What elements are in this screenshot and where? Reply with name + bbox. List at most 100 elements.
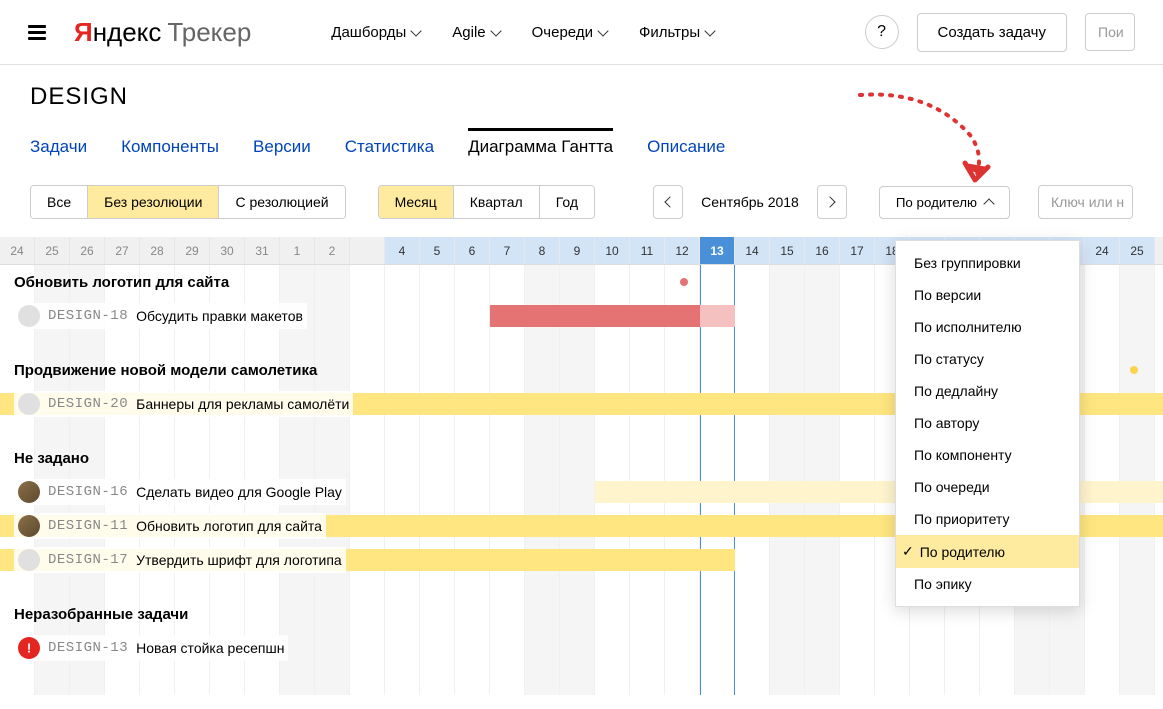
project-title: DESIGN: [30, 83, 1133, 111]
dropdown-item[interactable]: ✓По родителю: [896, 535, 1079, 568]
create-task-button[interactable]: Создать задачу: [917, 13, 1067, 52]
date-header-cell: 9: [560, 237, 595, 264]
date-header-cell: 8: [525, 237, 560, 264]
task-key: DESIGN-20: [48, 396, 128, 412]
nav-items: Дашборды Agile Очереди Фильтры: [331, 24, 714, 41]
avatar: [18, 549, 40, 571]
search-input[interactable]: Пои: [1085, 13, 1135, 51]
tabs: Задачи Компоненты Версии Статистика Диаг…: [30, 131, 1133, 163]
dropdown-item[interactable]: По версии: [896, 279, 1079, 311]
date-header-cell: 24: [1085, 237, 1120, 264]
dropdown-item[interactable]: По приоритету: [896, 503, 1079, 535]
date-header-cell: 17: [840, 237, 875, 264]
chevron-down-icon: [411, 25, 422, 36]
date-header-cell: 27: [105, 237, 140, 264]
date-header-cell: 5: [420, 237, 455, 264]
alert-icon: [18, 637, 40, 659]
hamburger-icon[interactable]: [28, 22, 46, 43]
milestone-marker: [680, 278, 688, 286]
task-name: Обновить логотип для сайта: [136, 518, 322, 534]
next-period-button[interactable]: [817, 185, 847, 219]
filter-no-resolution[interactable]: Без резолюции: [88, 186, 219, 218]
chevron-down-icon: [490, 25, 501, 36]
prev-period-button[interactable]: [653, 185, 683, 219]
date-header-cell: 16: [805, 237, 840, 264]
gantt-task-row[interactable]: DESIGN-13 Новая стойка ресепшн: [0, 631, 1163, 665]
chevron-down-icon: [597, 25, 608, 36]
filter-all[interactable]: Все: [31, 186, 88, 218]
task-label: DESIGN-18Обсудить правки макетов: [14, 303, 307, 329]
key-filter-input[interactable]: Ключ или н: [1038, 185, 1133, 219]
dropdown-item[interactable]: По статусу: [896, 343, 1079, 375]
dropdown-item[interactable]: По дедлайну: [896, 375, 1079, 407]
nav-agile[interactable]: Agile: [452, 24, 499, 41]
nav-filters[interactable]: Фильтры: [639, 24, 714, 41]
task-key: DESIGN-11: [48, 518, 128, 534]
task-key: DESIGN-13: [48, 640, 128, 656]
tab-components[interactable]: Компоненты: [121, 131, 219, 163]
avatar: [18, 305, 40, 327]
task-label: DESIGN-20 Баннеры для рекламы самолёти: [14, 391, 353, 417]
tab-versions[interactable]: Версии: [253, 131, 311, 163]
date-header-cell: 4: [385, 237, 420, 264]
date-header-cell: 26: [70, 237, 105, 264]
gantt-bar[interactable]: [490, 305, 700, 327]
period-month[interactable]: Месяц: [379, 186, 454, 218]
tab-tasks[interactable]: Задачи: [30, 131, 87, 163]
date-navigation: Сентябрь 2018: [653, 185, 847, 219]
logo-tracker: Трекер: [167, 17, 251, 48]
task-label: DESIGN-17Утвердить шрифт для логотипа: [14, 547, 346, 573]
logo-yandex-rest: ндекс: [93, 17, 162, 48]
date-header-cell: 31: [245, 237, 280, 264]
group-by-button[interactable]: По родителю: [879, 186, 1010, 219]
nav-queues[interactable]: Очереди: [532, 24, 607, 41]
chevron-up-icon: [983, 198, 994, 209]
date-header-cell: 29: [175, 237, 210, 264]
date-header-cell: 13: [700, 237, 735, 264]
filter-with-resolution[interactable]: С резолюцией: [219, 186, 344, 218]
gantt-bar-overdue: [700, 305, 735, 327]
group-by-dropdown: Без группировкиПо версииПо исполнителюПо…: [895, 240, 1080, 607]
logo-yandex-y: Я: [74, 17, 93, 48]
chevron-left-icon: [664, 196, 675, 207]
check-icon: ✓: [902, 543, 914, 560]
date-header-cell: 30: [210, 237, 245, 264]
date-header-cell: 14: [735, 237, 770, 264]
task-name: Обсудить правки макетов: [136, 308, 303, 324]
avatar: [18, 393, 40, 415]
nav-dashboards[interactable]: Дашборды: [331, 24, 420, 41]
header-right: ? Создать задачу Пои: [865, 13, 1135, 52]
date-header-cell: 2: [315, 237, 350, 264]
task-label: DESIGN-16Сделать видео для Google Play: [14, 479, 346, 505]
tab-description[interactable]: Описание: [647, 131, 725, 163]
dropdown-item[interactable]: По исполнителю: [896, 311, 1079, 343]
avatar: [18, 515, 40, 537]
period-quarter[interactable]: Квартал: [454, 186, 540, 218]
resolution-filter: Все Без резолюции С резолюцией: [30, 185, 346, 219]
task-label: DESIGN-13 Новая стойка ресепшн: [14, 635, 288, 661]
dropdown-item[interactable]: По эпику: [896, 568, 1079, 600]
tab-statistics[interactable]: Статистика: [345, 131, 434, 163]
toolbar: Все Без резолюции С резолюцией Месяц Ква…: [0, 185, 1163, 237]
dropdown-item[interactable]: По очереди: [896, 471, 1079, 503]
task-label: DESIGN-11 Обновить логотип для сайта: [14, 513, 326, 539]
milestone-marker: [1130, 366, 1138, 374]
tab-gantt[interactable]: Диаграмма Гантта: [468, 128, 613, 163]
task-name: Новая стойка ресепшн: [136, 640, 284, 656]
dropdown-item[interactable]: По автору: [896, 407, 1079, 439]
date-header-cell: 1: [280, 237, 315, 264]
period-year[interactable]: Год: [540, 186, 594, 218]
dropdown-item[interactable]: По компоненту: [896, 439, 1079, 471]
task-name: Баннеры для рекламы самолёти: [136, 396, 349, 412]
help-button[interactable]: ?: [865, 15, 899, 49]
date-header-cell: 28: [140, 237, 175, 264]
current-period-label: Сентябрь 2018: [683, 186, 817, 218]
dropdown-item[interactable]: Без группировки: [896, 247, 1079, 279]
task-name: Утвердить шрифт для логотипа: [136, 552, 342, 568]
date-header-cell: 15: [770, 237, 805, 264]
date-header-cell: 7: [490, 237, 525, 264]
date-header-cell: 11: [630, 237, 665, 264]
logo[interactable]: Яндекс Трекер: [74, 17, 251, 48]
date-header-cell: 24: [0, 237, 35, 264]
date-header-cell: 10: [595, 237, 630, 264]
